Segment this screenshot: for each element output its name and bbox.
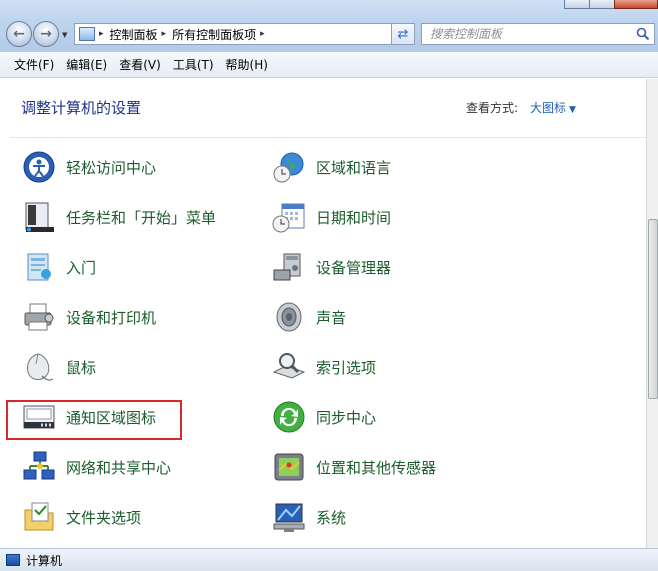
- control-panel-icon: [79, 27, 95, 41]
- item-label: 设备管理器: [316, 258, 392, 277]
- caret-down-icon: ▼: [569, 105, 576, 115]
- item-network-sharing-center[interactable]: 网络和共享中心: [22, 445, 171, 489]
- item-label: 入门: [66, 258, 97, 277]
- refresh-button[interactable]: ⇄: [391, 23, 415, 45]
- item-label: 日期和时间: [316, 208, 392, 227]
- indexing-icon: [272, 353, 306, 379]
- sync-icon: [273, 401, 305, 433]
- close-button[interactable]: [614, 0, 658, 9]
- search-box[interactable]: [421, 23, 655, 45]
- search-icon[interactable]: [636, 27, 650, 41]
- item-label: 轻松访问中心: [66, 158, 157, 177]
- device-manager-icon: [273, 253, 301, 281]
- item-devices-printers[interactable]: 设备和打印机: [22, 295, 156, 339]
- item-label: 任务栏和「开始」菜单: [66, 208, 217, 227]
- item-device-manager[interactable]: 设备管理器: [272, 245, 391, 289]
- item-label: 文件夹选项: [66, 508, 142, 527]
- control-panel-content: 调整计算机的设置 查看方式: 大图标 ▼ 轻松访问中心 任务栏和「开始」菜单 入…: [0, 79, 658, 548]
- item-mouse[interactable]: 鼠标: [22, 345, 96, 389]
- speaker-icon: [276, 302, 302, 332]
- arrow-right-icon: →: [40, 26, 52, 42]
- item-folder-options[interactable]: 文件夹选项: [22, 495, 141, 539]
- divider: [10, 137, 646, 138]
- page-title: 调整计算机的设置: [21, 99, 142, 117]
- item-label: 同步中心: [316, 408, 377, 427]
- vertical-scrollbar[interactable]: [646, 79, 658, 548]
- window-toolbar: ← → ▼ ▸ 控制面板 ▸ 所有控制面板项 ▸ ▼ ⇄: [0, 0, 658, 52]
- menu-tools[interactable]: 工具(T): [167, 56, 220, 73]
- mouse-icon: [27, 353, 54, 381]
- item-location-sensors[interactable]: 位置和其他传感器: [272, 445, 436, 489]
- back-button[interactable]: ←: [6, 21, 32, 47]
- menu-help[interactable]: 帮助(H): [220, 56, 274, 73]
- breadcrumb-separator[interactable]: ▸: [260, 29, 265, 39]
- ease-of-access-icon: [23, 151, 55, 183]
- item-ease-of-access[interactable]: 轻松访问中心: [22, 145, 156, 189]
- item-sync-center[interactable]: 同步中心: [272, 395, 376, 439]
- item-system[interactable]: 系统: [272, 495, 346, 539]
- item-label: 鼠标: [66, 358, 97, 377]
- item-sound[interactable]: 声音: [272, 295, 346, 339]
- printer-icon: [24, 303, 54, 331]
- item-label: 索引选项: [316, 358, 377, 377]
- window-controls: [564, 0, 658, 9]
- breadcrumb-separator[interactable]: ▸: [162, 29, 167, 39]
- maximize-button[interactable]: [589, 0, 615, 9]
- menu-edit[interactable]: 编辑(E): [60, 56, 113, 73]
- breadcrumb-control-panel[interactable]: 控制面板: [110, 26, 158, 43]
- item-indexing-options[interactable]: 索引选项: [272, 345, 376, 389]
- item-region-language[interactable]: 区域和语言: [272, 145, 391, 189]
- folder-options-icon: [24, 502, 54, 531]
- highlight-box: [6, 400, 182, 440]
- taskbar-icon: [25, 202, 54, 232]
- menu-file[interactable]: 文件(F): [8, 56, 60, 73]
- scrollbar-thumb[interactable]: [648, 219, 658, 399]
- view-by-label: 查看方式:: [466, 101, 519, 115]
- item-label: 声音: [316, 308, 347, 327]
- getting-started-icon: [27, 253, 51, 281]
- item-label: 位置和其他传感器: [316, 458, 437, 477]
- item-getting-started[interactable]: 入门: [22, 245, 96, 289]
- status-bar: 计算机: [0, 548, 658, 571]
- refresh-icon: ⇄: [397, 26, 409, 42]
- calendar-icon: [272, 203, 305, 233]
- status-text: 计算机: [26, 553, 63, 568]
- system-icon: [273, 503, 305, 532]
- item-date-time[interactable]: 日期和时间: [272, 195, 391, 239]
- minimize-button[interactable]: [564, 0, 590, 9]
- view-by-dropdown[interactable]: 大图标 ▼: [530, 99, 576, 116]
- item-taskbar-start-menu[interactable]: 任务栏和「开始」菜单: [22, 195, 216, 239]
- item-label: 区域和语言: [316, 158, 392, 177]
- forward-button[interactable]: →: [33, 21, 59, 47]
- address-bar[interactable]: ▸ 控制面板 ▸ 所有控制面板项 ▸ ▼: [74, 23, 414, 45]
- arrow-left-icon: ←: [13, 26, 25, 42]
- recent-pages-dropdown[interactable]: ▼: [62, 31, 67, 39]
- search-input[interactable]: [422, 24, 627, 44]
- globe-clock-icon: [273, 152, 304, 183]
- menu-bar: 文件(F) 编辑(E) 查看(V) 工具(T) 帮助(H): [0, 52, 658, 78]
- location-sensor-icon: [274, 453, 304, 481]
- network-icon: [23, 451, 55, 480]
- item-label: 网络和共享中心: [66, 458, 172, 477]
- computer-icon: [6, 554, 20, 566]
- item-label: 系统: [316, 508, 347, 527]
- breadcrumb-separator[interactable]: ▸: [99, 29, 104, 39]
- item-label: 设备和打印机: [66, 308, 157, 327]
- view-by-value: 大图标: [530, 101, 567, 115]
- menu-view[interactable]: 查看(V): [113, 56, 167, 73]
- breadcrumb-all-items[interactable]: 所有控制面板项: [172, 26, 256, 43]
